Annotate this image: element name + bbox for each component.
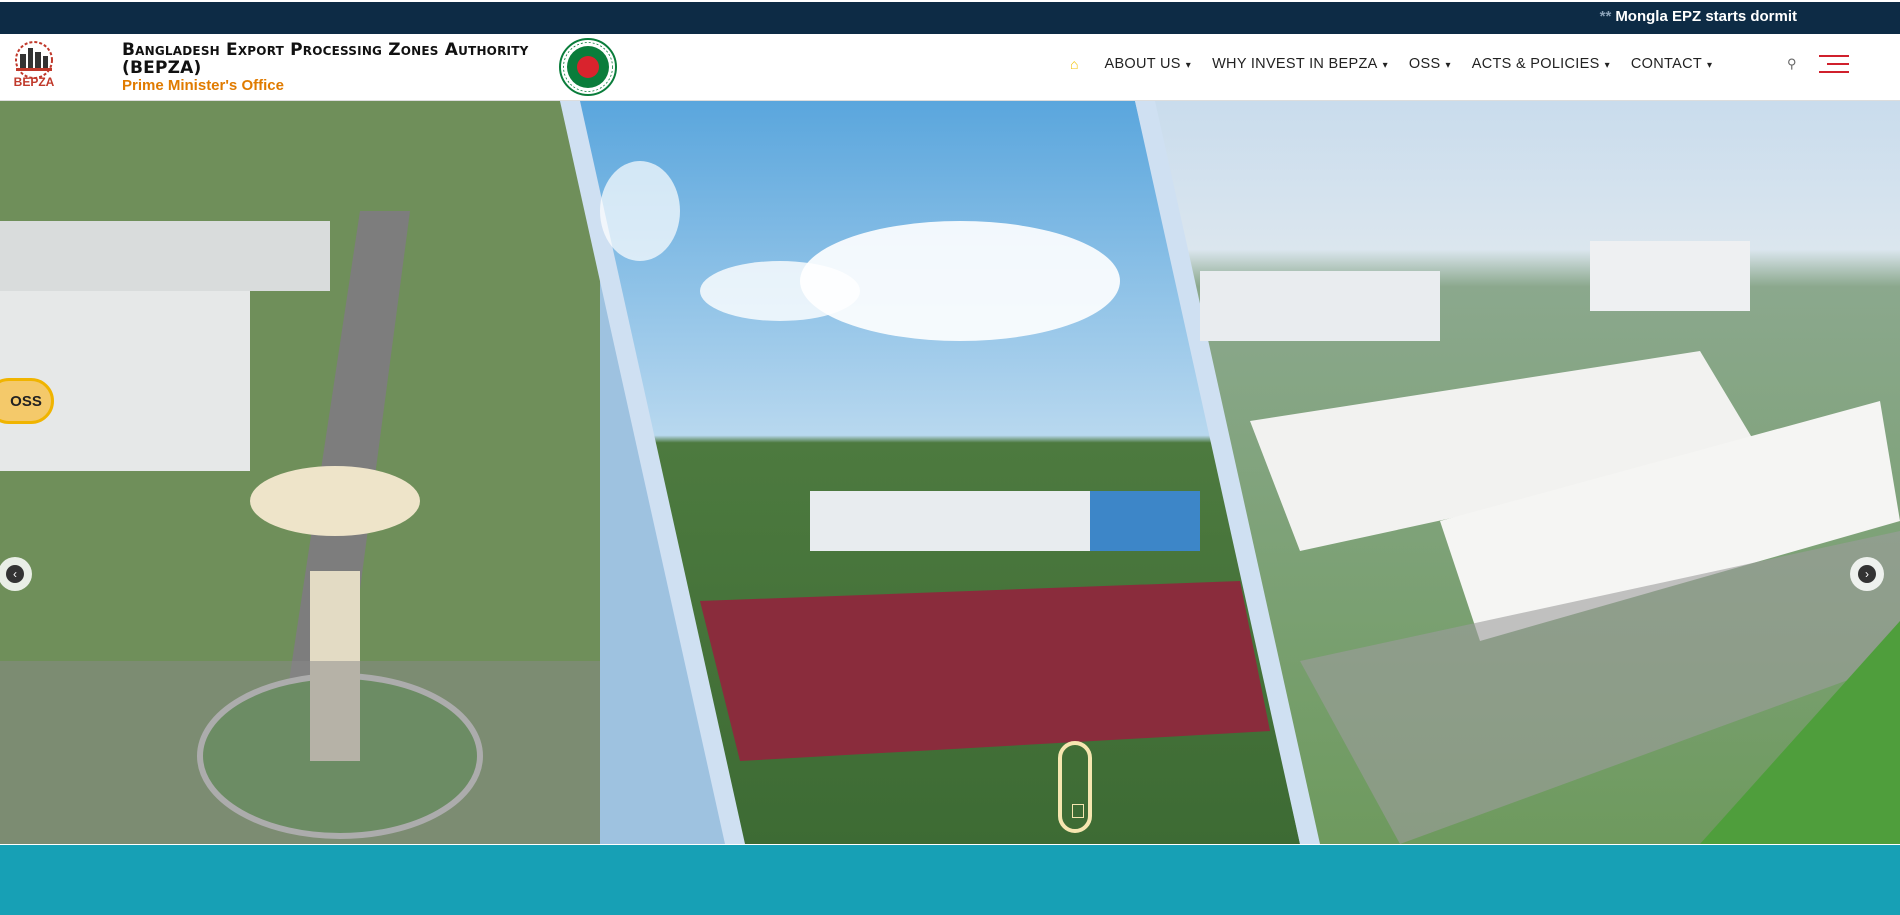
bepza-logo[interactable]: BEPZA — [4, 38, 64, 90]
mouse-wheel-icon — [1072, 804, 1084, 818]
hero-image-collage — [0, 101, 1900, 844]
news-ticker[interactable]: ** Mongla EPZ starts dormit — [1600, 8, 1797, 25]
svg-text:BEPZA: BEPZA — [14, 75, 55, 89]
office-block — [1590, 241, 1750, 311]
nav-about-us[interactable]: ABOUT US ▾ — [1104, 56, 1191, 72]
oss-side-tab[interactable]: OSS — [0, 378, 54, 424]
red-roof-building — [700, 581, 1270, 761]
blue-roof-building — [1090, 491, 1200, 551]
top-ticker-bar: ** Mongla EPZ starts dormit — [0, 0, 1900, 34]
org-subtitle: Prime Minister's Office — [122, 77, 284, 94]
teal-section — [0, 845, 1900, 915]
government-emblem-icon — [559, 38, 617, 96]
org-title[interactable]: Bangladesh Export Processing Zones Autho… — [122, 41, 562, 77]
hero-slider[interactable]: OSS ‹ › — [0, 101, 1900, 844]
search-icon[interactable]: ⚲ — [1787, 56, 1797, 72]
nav-oss[interactable]: OSS ▾ — [1409, 56, 1451, 72]
nav-acts-policies[interactable]: ACTS & POLICIES ▾ — [1472, 56, 1610, 72]
chevron-right-icon: › — [1858, 565, 1876, 583]
scroll-down-indicator[interactable] — [1058, 741, 1092, 833]
warehouse-roof — [0, 221, 330, 291]
chevron-down-icon: ▾ — [1185, 60, 1192, 71]
chevron-down-icon: ▾ — [1604, 60, 1610, 71]
hamburger-menu-icon[interactable] — [1819, 55, 1849, 75]
chevron-down-icon: ▾ — [1445, 60, 1451, 71]
slider-next-button[interactable]: › — [1850, 557, 1884, 591]
cloud — [600, 161, 680, 261]
chevron-down-icon: ▾ — [1382, 60, 1388, 71]
chevron-down-icon: ▾ — [1707, 60, 1713, 71]
cloud — [700, 261, 860, 321]
chevron-left-icon: ‹ — [6, 565, 24, 583]
factory-building — [810, 491, 1110, 551]
main-nav: ⌂ ABOUT US ▾ WHY INVEST IN BEPZA ▾ OSS ▾ AC… — [1070, 56, 1733, 72]
office-block — [1200, 271, 1440, 341]
ticker-mark: ** — [1599, 8, 1612, 25]
water-tower-top — [250, 466, 420, 536]
nav-why-invest[interactable]: WHY INVEST IN BEPZA ▾ — [1212, 56, 1388, 72]
nav-contact[interactable]: CONTACT ▾ — [1631, 56, 1712, 72]
plaza — [0, 661, 600, 844]
ticker-text[interactable]: Mongla EPZ starts dormit — [1615, 8, 1797, 25]
home-icon[interactable]: ⌂ — [1070, 56, 1078, 72]
